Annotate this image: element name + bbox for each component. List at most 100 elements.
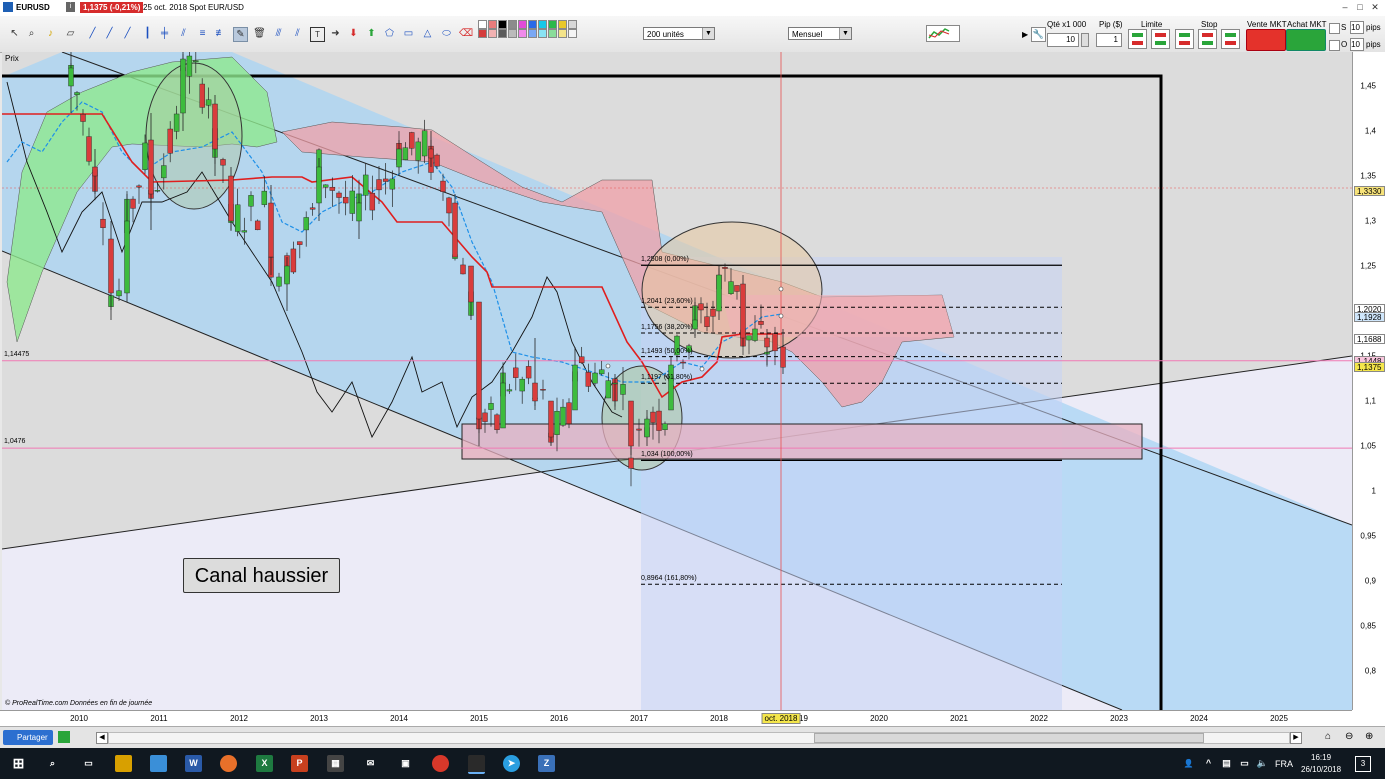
- zoom-in-icon[interactable]: ⊕: [1365, 731, 1373, 742]
- mail-icon[interactable]: ✉: [362, 755, 379, 772]
- period-select[interactable]: Mensuel ▼: [788, 27, 852, 40]
- info-icon[interactable]: i: [66, 2, 75, 12]
- price-axis[interactable]: 1,451,41,351,31,251,21,151,11,0510,950,9…: [1352, 52, 1385, 710]
- store-icon[interactable]: [115, 755, 132, 772]
- color-swatch[interactable]: [508, 29, 517, 38]
- cursor-icon[interactable]: ↖: [8, 27, 21, 40]
- color-swatch[interactable]: [558, 29, 567, 38]
- color-swatch[interactable]: [498, 20, 507, 29]
- notification-icon[interactable]: 3: [1355, 756, 1371, 772]
- telegram-icon[interactable]: ➤: [503, 755, 520, 772]
- people-icon[interactable]: 👤: [1180, 755, 1197, 772]
- excel-icon[interactable]: X: [256, 755, 273, 772]
- ray-icon[interactable]: ╱: [103, 27, 116, 40]
- zoom-icon[interactable]: ⌕: [25, 27, 38, 40]
- canal-annotation[interactable]: Canal haussier: [183, 558, 340, 593]
- language-label[interactable]: FRA: [1275, 759, 1293, 769]
- arrow-up-green-icon[interactable]: ⬆: [365, 27, 378, 40]
- close-button[interactable]: ✕: [1369, 2, 1381, 13]
- o-checkbox[interactable]: [1329, 40, 1340, 51]
- order-panel-toggle[interactable]: ▶: [1022, 30, 1028, 39]
- zoom-out-icon[interactable]: ⊖: [1345, 731, 1353, 742]
- calculator-icon[interactable]: ▦: [327, 755, 344, 772]
- color-swatch[interactable]: [488, 29, 497, 38]
- windows-start-icon[interactable]: ⊞: [10, 755, 27, 772]
- extended-line-icon[interactable]: ╱: [121, 27, 134, 40]
- color-swatch[interactable]: [528, 20, 537, 29]
- battery-icon[interactable]: ▭: [1236, 755, 1253, 772]
- color-swatch[interactable]: [528, 29, 537, 38]
- task-view-icon[interactable]: ▭: [80, 755, 97, 772]
- network-icon[interactable]: ▤: [1218, 755, 1235, 772]
- color-swatch[interactable]: [558, 20, 567, 29]
- trash-icon[interactable]: 🗑: [253, 27, 266, 40]
- channel-icon[interactable]: ⫽: [177, 27, 190, 40]
- arrow-down-red-icon[interactable]: ⬇: [347, 27, 360, 40]
- volume-icon[interactable]: 🔈: [1254, 755, 1271, 772]
- chrome-icon[interactable]: [432, 755, 449, 772]
- search-icon[interactable]: ⌕: [44, 755, 61, 772]
- brush-icon[interactable]: ✎: [233, 27, 248, 42]
- camera-icon[interactable]: ▣: [397, 755, 414, 772]
- pitchfork-icon[interactable]: ⫻: [272, 27, 285, 40]
- sell-mkt-button[interactable]: [1246, 29, 1286, 51]
- word-icon[interactable]: W: [185, 755, 202, 772]
- parallel-icon[interactable]: ⫽: [291, 27, 304, 40]
- color-swatch[interactable]: [478, 29, 487, 38]
- tray-chevron-icon[interactable]: ^: [1200, 755, 1217, 772]
- app-icon[interactable]: Z: [538, 755, 555, 772]
- color-swatch[interactable]: [568, 20, 577, 29]
- scroll-left-button[interactable]: ◀: [96, 732, 108, 744]
- qty-stepper[interactable]: [1081, 33, 1089, 47]
- s-checkbox[interactable]: [1329, 23, 1340, 34]
- vertical-line-icon[interactable]: ┃: [141, 27, 154, 40]
- horizontal-line-icon[interactable]: ╪: [158, 27, 171, 40]
- pip-input[interactable]: 1: [1096, 33, 1122, 47]
- fibonacci-icon[interactable]: ≡: [196, 27, 209, 40]
- chart-type-button[interactable]: [926, 25, 960, 42]
- explorer-icon[interactable]: [150, 755, 167, 772]
- maximize-button[interactable]: □: [1354, 2, 1366, 13]
- color-swatch[interactable]: [538, 20, 547, 29]
- color-swatch[interactable]: [508, 20, 517, 29]
- clock-time[interactable]: 16:19: [1311, 753, 1331, 762]
- color-swatch[interactable]: [548, 20, 557, 29]
- firefox-icon[interactable]: [220, 755, 237, 772]
- color-swatch[interactable]: [518, 20, 527, 29]
- prorealtime-icon[interactable]: [468, 755, 485, 774]
- color-swatch[interactable]: [498, 29, 507, 38]
- ruler-icon[interactable]: ▱: [64, 27, 77, 40]
- triangle-icon[interactable]: △: [421, 27, 434, 40]
- rectangle-icon[interactable]: ▭: [402, 27, 415, 40]
- minimize-button[interactable]: –: [1339, 2, 1351, 13]
- share-button[interactable]: Partager: [3, 730, 53, 745]
- time-axis[interactable]: 2010201120122013201420152016201720182019…: [0, 710, 1352, 727]
- color-swatch[interactable]: [488, 20, 497, 29]
- arrow-right-icon[interactable]: ➜: [329, 27, 342, 40]
- delete-red-icon[interactable]: ⌫: [459, 27, 473, 40]
- stop-trailing-button[interactable]: [1221, 29, 1240, 49]
- color-swatch[interactable]: [518, 29, 527, 38]
- layout-icon[interactable]: [58, 731, 70, 743]
- polygon-icon[interactable]: ⬠: [383, 27, 396, 40]
- color-swatch[interactable]: [548, 29, 557, 38]
- line-icon[interactable]: ╱: [86, 27, 99, 40]
- text-icon[interactable]: T: [310, 27, 325, 42]
- wrench-icon[interactable]: 🔧: [1031, 27, 1046, 42]
- units-select[interactable]: 200 unités ▼: [643, 27, 715, 40]
- limit-buy-button[interactable]: [1151, 29, 1170, 49]
- scrollbar-thumb[interactable]: [814, 733, 1204, 743]
- powerpoint-icon[interactable]: P: [291, 755, 308, 772]
- buy-mkt-button[interactable]: [1286, 29, 1326, 51]
- fan-icon[interactable]: ≢: [214, 27, 227, 40]
- stop-sell-button[interactable]: [1175, 29, 1194, 49]
- qty-input[interactable]: 10: [1047, 33, 1079, 47]
- color-swatch[interactable]: [568, 29, 577, 38]
- pips-bottom-input[interactable]: 10: [1350, 38, 1364, 51]
- zoom-fit-icon[interactable]: ⌂: [1325, 731, 1331, 742]
- clock-date[interactable]: 26/10/2018: [1301, 765, 1341, 774]
- color-swatch[interactable]: [538, 29, 547, 38]
- pips-top-input[interactable]: 10: [1350, 21, 1364, 34]
- scroll-right-button[interactable]: ▶: [1290, 732, 1302, 744]
- limit-sell-button[interactable]: [1128, 29, 1147, 49]
